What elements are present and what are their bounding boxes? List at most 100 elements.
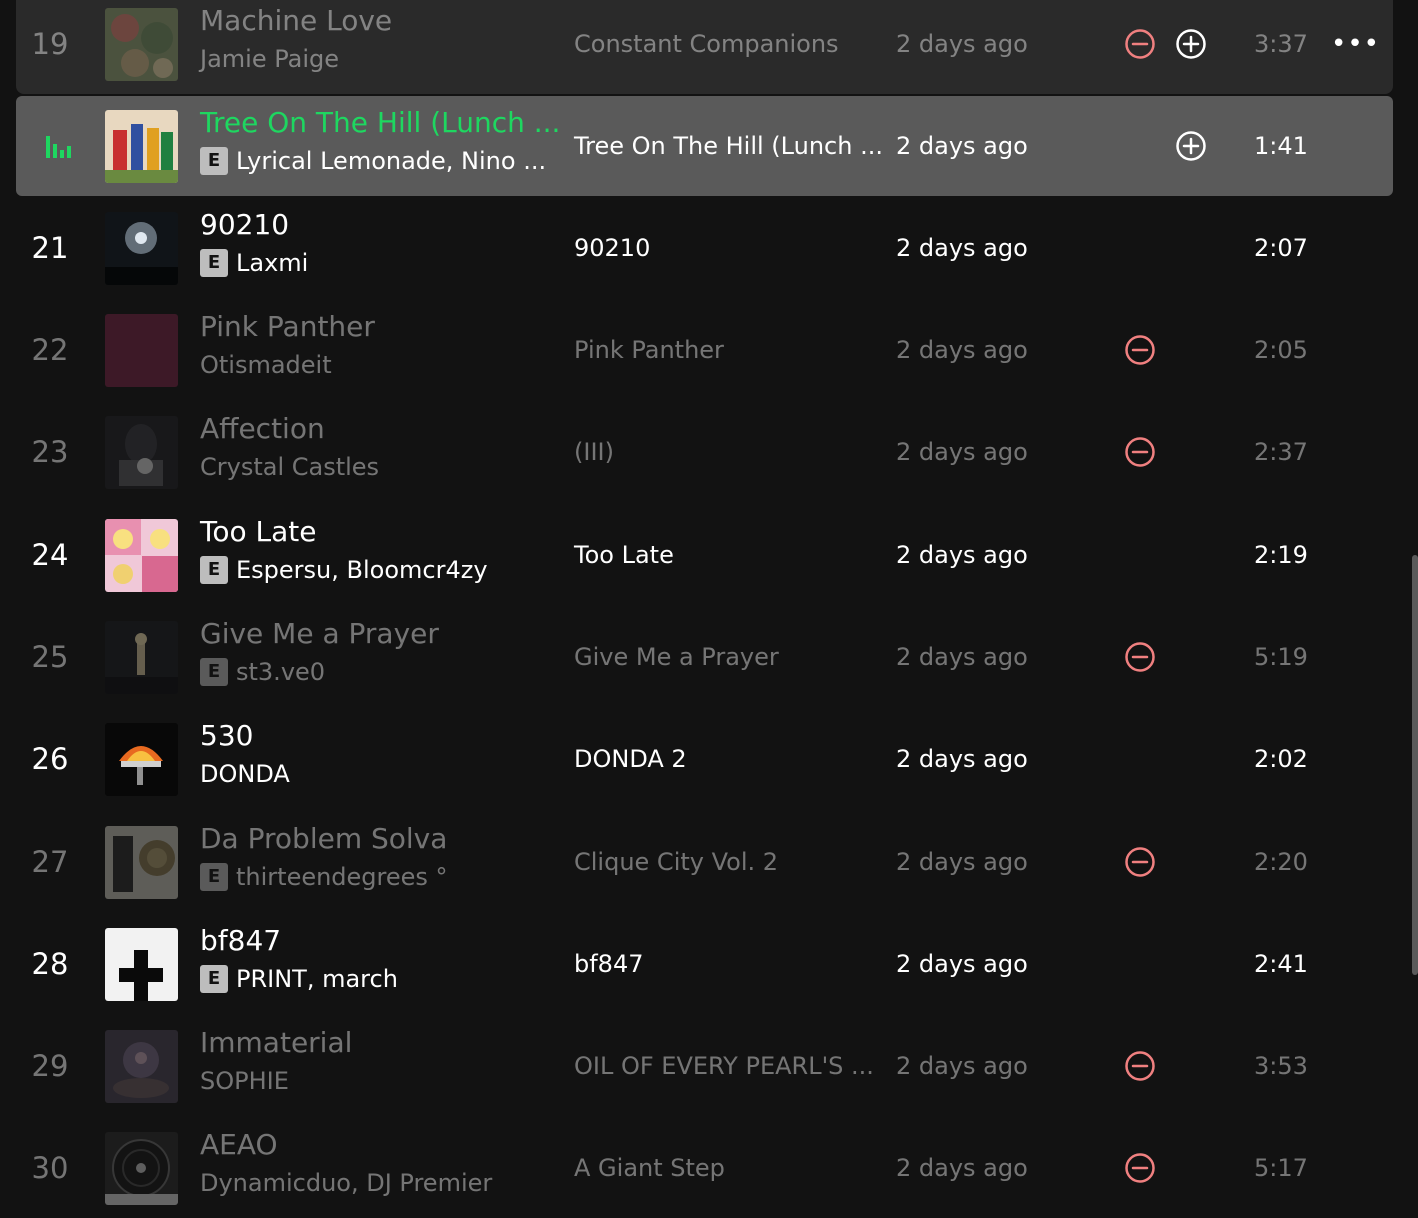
track-artist: E Espersu, Bloomcr4zy (200, 556, 488, 584)
artist-name-link[interactable]: Otismadeit (200, 351, 332, 379)
track-row[interactable]: 30 AEAO Dynamicduo, DJ Premier A Giant Step… (16, 1118, 1393, 1218)
track-row[interactable]: Tree On The Hill (Lunch ... E Lyrical Lemo… (16, 96, 1393, 196)
artist-name-link[interactable]: thirteendegrees ° (236, 863, 448, 891)
album-name-link[interactable]: Pink Panther (574, 300, 724, 400)
track-title[interactable]: 530 (200, 719, 253, 752)
hide-song-minus-icon[interactable] (1124, 1050, 1156, 1082)
track-title[interactable]: AEAO (200, 1128, 278, 1161)
artist-name-link[interactable]: Lyrical Lemonade, Nino ... (236, 147, 546, 175)
add-to-library-plus-icon[interactable] (1175, 28, 1207, 60)
track-number: 27 (31, 845, 69, 879)
track-row[interactable]: 23 Affection Crystal Castles (III) 2 days ag… (16, 402, 1393, 502)
track-row[interactable]: 21 90210 E Laxmi 90210 2 days ago 2:07 (16, 198, 1393, 298)
track-duration: 3:53 (1254, 1052, 1308, 1080)
track-artist: Dynamicduo, DJ Premier (200, 1169, 492, 1197)
album-name-link[interactable]: Give Me a Prayer (574, 607, 779, 707)
artist-name-link[interactable]: SOPHIE (200, 1067, 289, 1095)
explicit-badge: E (200, 965, 228, 993)
album-name-link[interactable]: 90210 (574, 198, 650, 298)
track-title[interactable]: Pink Panther (200, 310, 375, 343)
album-art-pink-panther[interactable] (105, 314, 178, 387)
album-art-bf847[interactable] (105, 928, 178, 1001)
track-row[interactable]: 24 Too Late E Espersu, Bloomcr4zy Too Late 2 … (16, 505, 1393, 605)
track-number: 23 (31, 435, 69, 469)
track-row[interactable]: 22 Pink Panther Otismadeit Pink Panther 2 da… (16, 300, 1393, 400)
track-title[interactable]: Da Problem Solva (200, 822, 447, 855)
explicit-badge: E (200, 556, 228, 584)
track-row[interactable]: 19 Machine Love Jamie Paige Constant Compan… (16, 0, 1393, 94)
more-options-ellipsis-icon[interactable]: ••• (1331, 28, 1379, 60)
track-row[interactable]: 28 bf847 E PRINT, march bf847 2 days ago 2:41 (16, 914, 1393, 1014)
artist-name-link[interactable]: st3.ve0 (236, 658, 325, 686)
artist-name-link[interactable]: Espersu, Bloomcr4zy (236, 556, 488, 584)
track-row[interactable]: 29 Immaterial SOPHIE OIL OF EVERY PEARL'S .… (16, 1016, 1393, 1116)
track-number: 21 (31, 231, 69, 265)
track-duration: 2:05 (1254, 336, 1308, 364)
album-art-iii[interactable] (105, 416, 178, 489)
scrollbar[interactable] (1412, 555, 1418, 975)
album-art-tree-on-the-hill[interactable] (105, 110, 178, 183)
album-name-link[interactable]: OIL OF EVERY PEARL'S ... (574, 1016, 874, 1116)
album-name-link[interactable]: Too Late (574, 505, 674, 605)
hide-song-minus-icon[interactable] (1124, 641, 1156, 673)
hide-song-minus-icon[interactable] (1124, 846, 1156, 878)
hide-song-minus-icon[interactable] (1124, 1152, 1156, 1184)
track-title[interactable]: bf847 (200, 924, 281, 957)
album-name-link[interactable]: DONDA 2 (574, 709, 687, 809)
album-art-machine-love[interactable] (105, 8, 178, 81)
track-number: 28 (31, 947, 69, 981)
album-art-give-me-a-prayer[interactable] (105, 621, 178, 694)
album-name-link[interactable]: bf847 (574, 914, 644, 1014)
album-name-link[interactable]: Constant Companions (574, 0, 839, 94)
track-duration: 3:37 (1254, 30, 1308, 58)
album-name-link[interactable]: Clique City Vol. 2 (574, 812, 778, 912)
track-number: 22 (31, 333, 69, 367)
album-art-too-late[interactable] (105, 519, 178, 592)
artist-name-link[interactable]: Laxmi (236, 249, 308, 277)
track-title[interactable]: Immaterial (200, 1026, 352, 1059)
track-title[interactable]: Affection (200, 412, 325, 445)
date-added: 2 days ago (896, 1052, 1028, 1080)
date-added: 2 days ago (896, 438, 1028, 466)
date-added: 2 days ago (896, 848, 1028, 876)
track-duration: 2:07 (1254, 234, 1308, 262)
artist-name-link[interactable]: Jamie Paige (200, 45, 339, 73)
track-title[interactable]: Too Late (200, 515, 316, 548)
album-art-oil-of-every-pearl[interactable] (105, 1030, 178, 1103)
artist-name-link[interactable]: Crystal Castles (200, 453, 379, 481)
track-row[interactable]: 25 Give Me a Prayer Est3.ve0 Give Me a Pray… (16, 607, 1393, 707)
track-row[interactable]: 26 530 DONDA DONDA 2 2 days ago 2:02 (16, 709, 1393, 809)
track-artist: SOPHIE (200, 1067, 289, 1095)
track-artist: E PRINT, march (200, 965, 398, 993)
artist-name-link[interactable]: Dynamicduo, DJ Premier (200, 1169, 492, 1197)
track-row[interactable]: 27 Da Problem Solva Ethirteendegrees ° Cliq… (16, 812, 1393, 912)
hide-song-minus-icon[interactable] (1124, 436, 1156, 468)
track-title[interactable]: Give Me a Prayer (200, 617, 439, 650)
track-artist: Jamie Paige (200, 45, 339, 73)
add-to-library-plus-icon[interactable] (1175, 130, 1207, 162)
album-art-90210[interactable] (105, 212, 178, 285)
album-name-link[interactable]: A Giant Step (574, 1118, 725, 1218)
hide-song-minus-icon[interactable] (1124, 334, 1156, 366)
track-title[interactable]: 90210 (200, 208, 289, 241)
hide-song-minus-icon[interactable] (1124, 28, 1156, 60)
album-art-clique-city[interactable] (105, 826, 178, 899)
track-number: 25 (31, 640, 69, 674)
explicit-badge: E (200, 147, 228, 175)
track-title[interactable]: Machine Love (200, 4, 392, 37)
track-number: 26 (31, 742, 69, 776)
date-added: 2 days ago (896, 30, 1028, 58)
track-number: 24 (31, 538, 69, 572)
track-artist: Crystal Castles (200, 453, 379, 481)
album-art-donda-2[interactable] (105, 723, 178, 796)
explicit-badge: E (200, 863, 228, 891)
track-title[interactable]: Tree On The Hill (Lunch ... (200, 106, 560, 139)
album-name-link[interactable]: (III) (574, 402, 614, 502)
artist-name-link[interactable]: PRINT, march (236, 965, 398, 993)
date-added: 2 days ago (896, 643, 1028, 671)
track-artist: Est3.ve0 (200, 658, 325, 686)
date-added: 2 days ago (896, 950, 1028, 978)
album-name-link[interactable]: Tree On The Hill (Lunch ... (574, 96, 883, 196)
artist-name-link[interactable]: DONDA (200, 760, 290, 788)
album-art-a-giant-step[interactable] (105, 1132, 178, 1205)
